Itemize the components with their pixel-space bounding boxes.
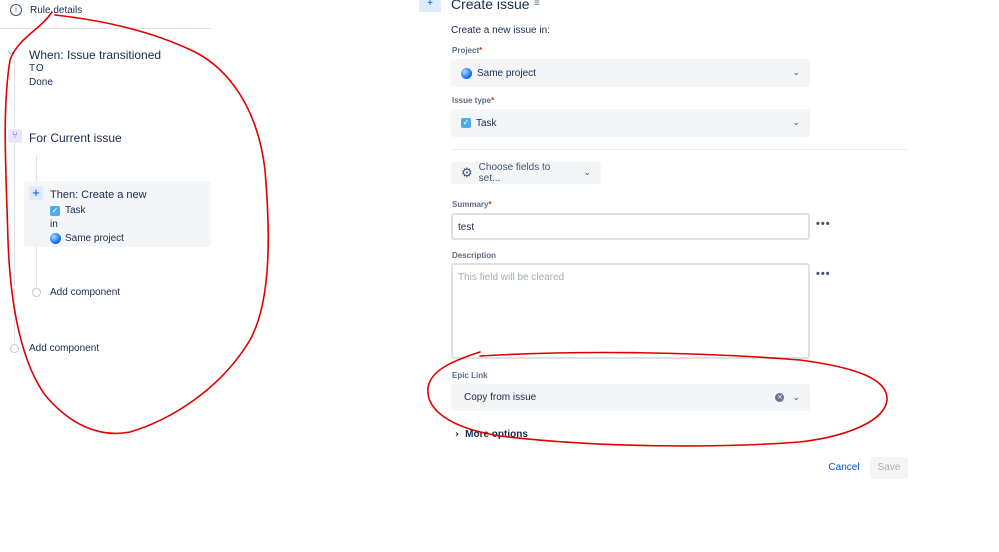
more-options-label: More options <box>465 429 528 440</box>
summary-more-icon[interactable]: ••• <box>816 218 831 230</box>
issue-type-label: Issue type* <box>452 96 495 105</box>
create-in-label: Create a new issue in: <box>451 25 550 36</box>
form-title: Create issue <box>451 0 530 12</box>
project-globe-icon <box>50 233 61 244</box>
action-issue-type: ✓ Task <box>50 205 86 216</box>
action-project: Same project <box>50 233 124 244</box>
project-select[interactable]: Same project ⌄ <box>451 59 810 87</box>
trigger-status: Done <box>29 77 53 88</box>
task-checkbox-icon: ✓ <box>461 118 471 128</box>
task-checkbox-icon: ✓ <box>50 205 60 216</box>
clear-icon[interactable]: × <box>775 393 785 402</box>
summary-input[interactable]: test <box>451 213 810 240</box>
chevron-down-icon: ⌄ <box>583 168 591 178</box>
branch-icon: ⑂ <box>8 129 22 143</box>
action-issue-type-label: Task <box>65 205 86 216</box>
branch-connector <box>36 247 37 287</box>
plus-icon: + <box>29 186 43 200</box>
action-project-label: Same project <box>65 233 124 244</box>
add-component-outer-link[interactable]: Add component <box>29 343 99 354</box>
section-divider <box>451 149 907 150</box>
action-plus-icon: + <box>419 0 441 12</box>
action-title: Then: Create a new <box>50 189 147 201</box>
epic-link-value: Copy from issue <box>464 392 537 403</box>
rule-details-link[interactable]: i Rule details <box>10 4 82 16</box>
chevron-down-icon: ⌄ <box>792 68 800 78</box>
chevron-down-icon: ⌄ <box>792 118 800 128</box>
chevron-down-icon: ⌄ <box>792 392 800 403</box>
flow-connector <box>14 143 15 343</box>
epic-link-label: Epic Link <box>452 371 488 380</box>
trigger-to-label: TO <box>29 63 45 74</box>
gear-icon: ⚙ <box>461 165 473 181</box>
add-component-inner-link[interactable]: Add component <box>50 287 120 298</box>
add-component-dot <box>10 344 19 353</box>
description-textarea[interactable]: This field will be cleared <box>451 263 810 359</box>
issue-type-select[interactable]: ✓ Task ⌄ <box>451 109 810 137</box>
divider <box>0 28 211 29</box>
project-globe-icon <box>461 67 472 79</box>
description-label: Description <box>452 251 497 260</box>
rule-details-label: Rule details <box>30 4 83 16</box>
more-options-toggle[interactable]: › More options <box>455 429 528 440</box>
chevron-right-icon: › <box>455 429 460 440</box>
summary-label: Summary* <box>452 200 492 209</box>
issue-type-value: Task <box>476 117 497 129</box>
description-more-icon[interactable]: ••• <box>816 268 831 280</box>
title-menu-icon[interactable]: ≡ <box>534 0 540 9</box>
branch-connector <box>36 155 37 181</box>
save-button[interactable]: Save <box>870 457 908 479</box>
project-value: Same project <box>477 67 536 79</box>
choose-fields-label: Choose fields to set... <box>478 162 551 184</box>
choose-fields-button[interactable]: ⚙ Choose fields to set... ⌄ <box>451 162 601 184</box>
add-component-dot <box>32 288 41 297</box>
transition-icon: ⤷ <box>8 46 15 59</box>
branch-title[interactable]: For Current issue <box>29 131 122 145</box>
epic-link-select[interactable]: Copy from issue × ⌄ <box>451 384 810 411</box>
project-label: Project* <box>452 46 483 55</box>
cancel-button[interactable]: Cancel <box>826 458 862 478</box>
action-in-label: in <box>50 219 58 230</box>
flow-connector <box>14 60 15 128</box>
trigger-title[interactable]: When: Issue transitioned <box>29 48 161 62</box>
info-icon: i <box>10 4 22 16</box>
